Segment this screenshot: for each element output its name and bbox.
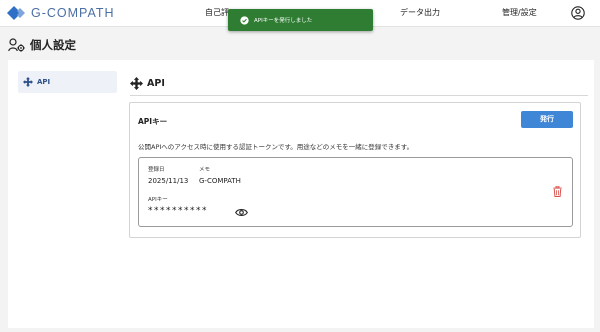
logo-diamond-icon xyxy=(7,6,25,20)
memo-value: G-COMPATH xyxy=(199,177,241,185)
check-circle-icon xyxy=(240,15,249,25)
logo-text: G-COMPATH xyxy=(31,6,115,20)
user-settings-icon xyxy=(8,38,25,52)
nav-self-eval[interactable]: 自己評 xyxy=(205,7,229,18)
user-account-icon[interactable] xyxy=(571,6,585,20)
issue-key-button[interactable]: 発行 xyxy=(521,111,573,128)
sidebar-item-label: API xyxy=(37,78,51,86)
api-key-card: APIキー 発行 公開APIへのアクセス時に使用する認証トークンです。用途などの… xyxy=(129,102,581,238)
api-key-masked-value: ********** xyxy=(148,206,208,216)
api-key-entry: 登録日 メモ 2025/11/13 G-COMPATH APIキー ******… xyxy=(138,157,573,227)
card-description: 公開APIへのアクセス時に使用する認証トークンです。用途などのメモを一緒に登録で… xyxy=(138,143,414,151)
section-header: API xyxy=(130,72,588,96)
eye-icon[interactable] xyxy=(235,208,248,217)
section-title: API xyxy=(147,78,165,89)
nav-admin-settings[interactable]: 管理/設定 xyxy=(502,7,537,18)
registered-date-value: 2025/11/13 xyxy=(148,177,189,185)
memo-label: メモ xyxy=(199,167,211,173)
trash-icon[interactable] xyxy=(553,186,562,197)
api-move-icon xyxy=(130,77,143,90)
main-panel: API API APIキー 発行 公開APIへのアクセス時に使用する認証トークン… xyxy=(8,60,594,328)
nav-data-export[interactable]: データ出力 xyxy=(400,7,440,18)
registered-date-label: 登録日 xyxy=(148,167,165,173)
toast-message: APIキーを発行しました xyxy=(254,18,313,24)
card-title: APIキー xyxy=(138,117,168,126)
page-title: 個人設定 xyxy=(8,37,76,53)
app-logo[interactable]: G-COMPATH xyxy=(7,5,115,21)
success-toast: APIキーを発行しました xyxy=(228,9,373,31)
page-title-text: 個人設定 xyxy=(30,38,76,52)
sidebar-item-api[interactable]: API xyxy=(18,71,117,93)
api-move-icon xyxy=(23,77,33,87)
api-key-label: APIキー xyxy=(148,197,168,203)
